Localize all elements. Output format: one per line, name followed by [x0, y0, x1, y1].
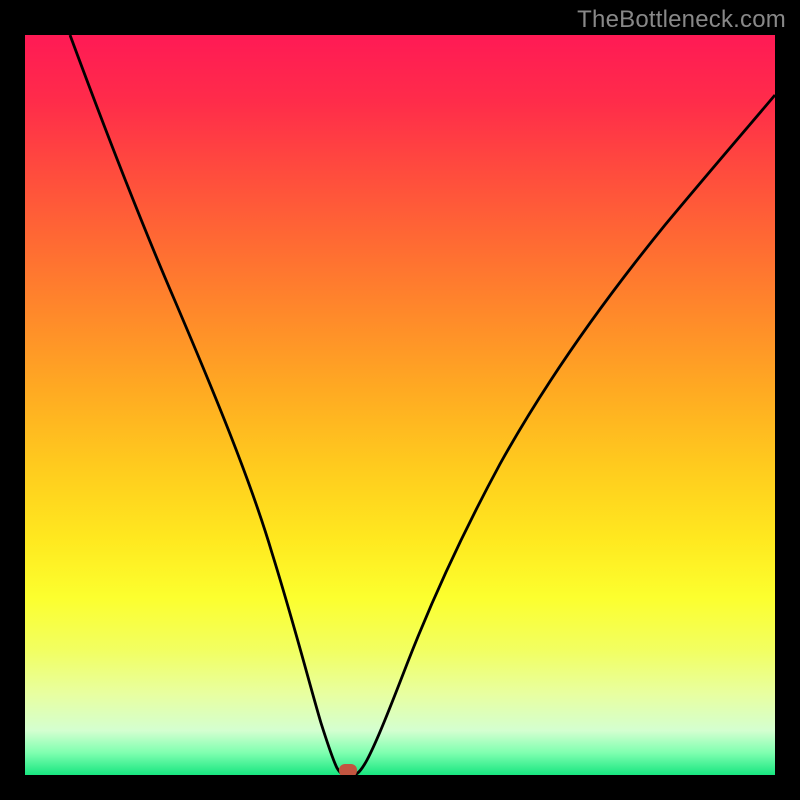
bottleneck-curve	[25, 35, 775, 775]
watermark-text: TheBottleneck.com	[577, 6, 786, 34]
plot-area	[25, 35, 775, 775]
curve-path	[70, 35, 775, 775]
optimal-point-marker	[339, 764, 357, 775]
